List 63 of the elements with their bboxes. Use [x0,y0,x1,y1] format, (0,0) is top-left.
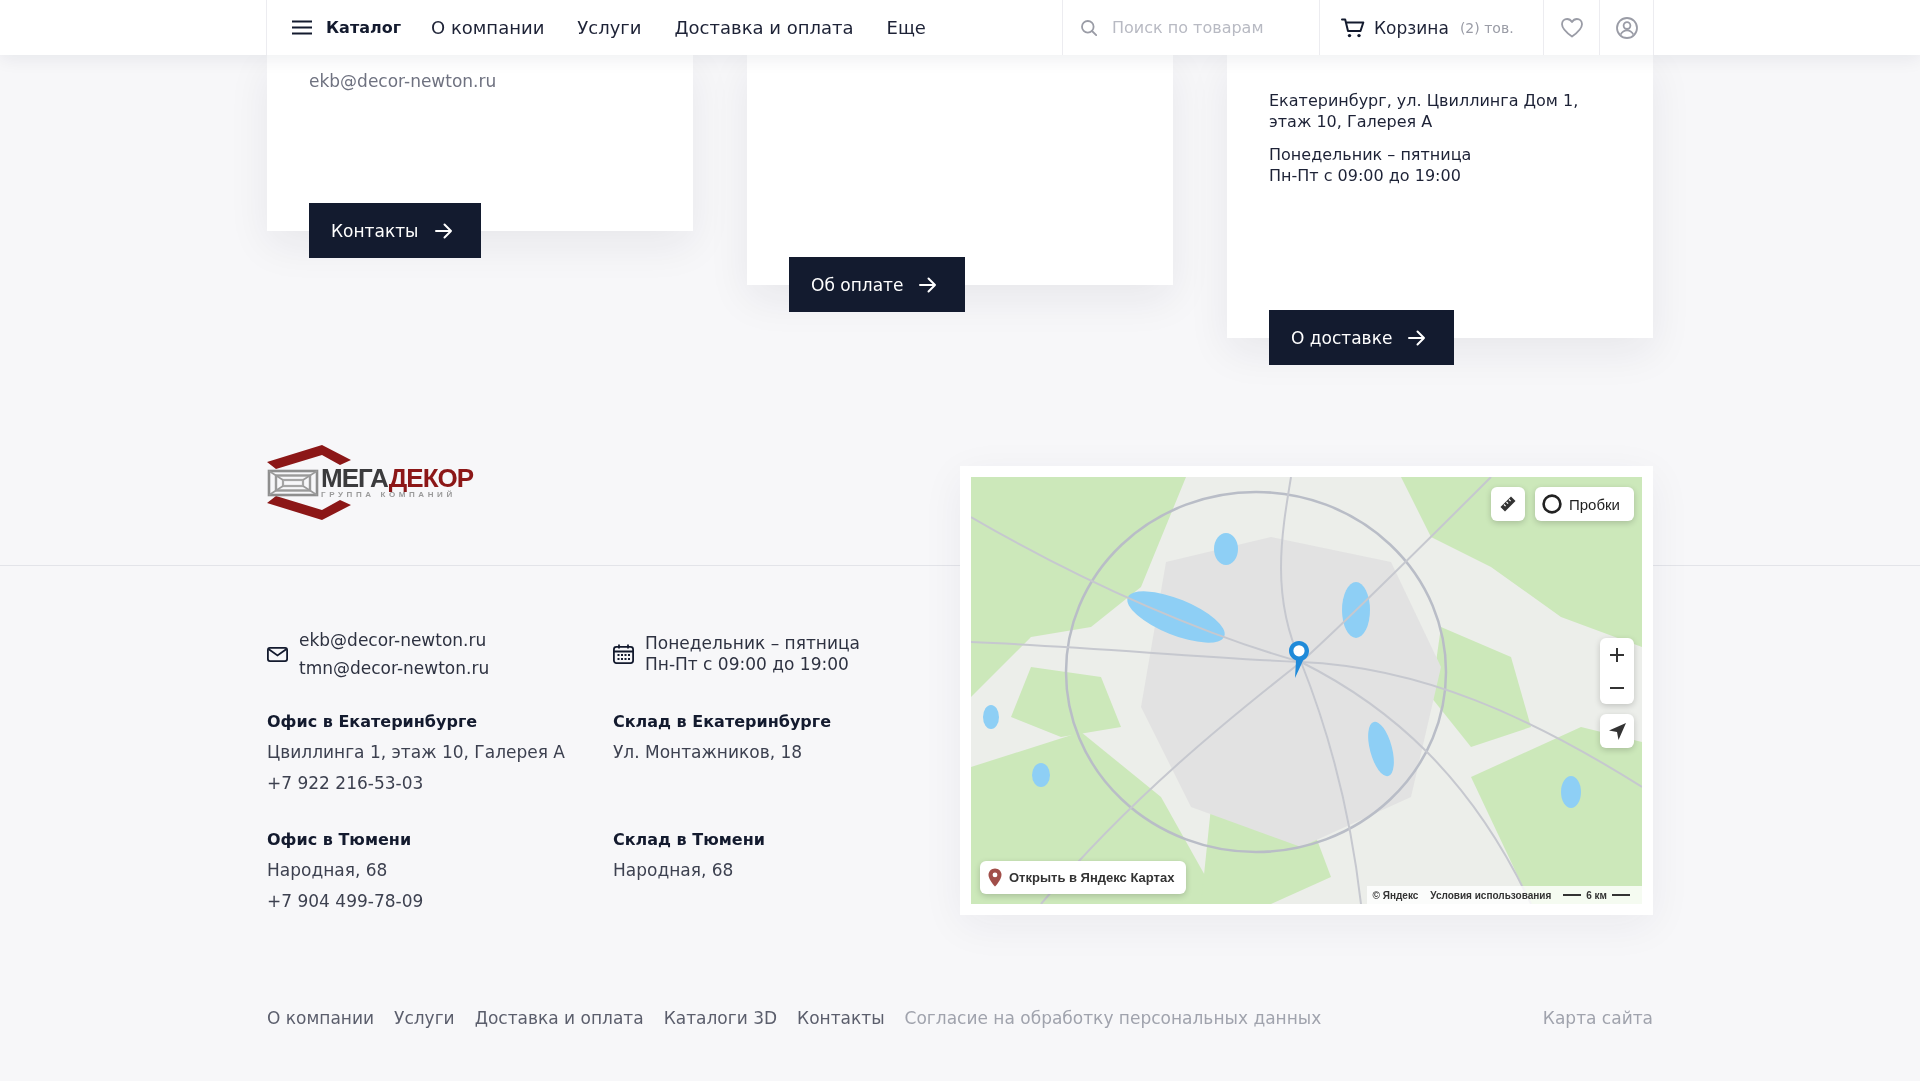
ruler-icon [1500,496,1516,512]
pin-icon [988,868,1002,887]
minus-icon [1610,686,1624,689]
location-text: Народная, 68 [613,859,735,882]
calendar-icon [613,644,634,664]
menu-icon [292,20,312,35]
hours-text: Пн-Пт с 09:00 до 19:00 [645,654,849,675]
terms-link[interactable]: Условия использования [1430,889,1552,901]
lake [1368,721,1394,777]
map-scale: 6 км [1563,889,1630,901]
footer-link[interactable]: Контакты [797,1005,885,1031]
arrow-icon [1408,329,1427,346]
location-title: Склад в Тюмени [613,829,766,851]
footer-link[interactable]: О компании [267,1005,375,1031]
card-button[interactable]: Об оплате [789,257,966,312]
nav-link[interactable]: Услуги [577,17,642,38]
open-map-button[interactable]: Открыть в Яндекс Картах [980,861,1187,894]
location-text: Народная, 68 [267,859,389,882]
nav-link[interactable]: О компании [431,17,545,38]
hours-text: Понедельник – пятница [645,633,860,654]
search-icon [1081,19,1097,36]
envelope-icon [267,646,288,662]
footer-link[interactable]: Услуги [394,1005,455,1031]
catalog-button[interactable]: Каталог [267,0,401,55]
location-title: Офис в Екатеринбурге [267,711,479,733]
location-text: Ул. Монтажников, 18 [613,741,804,764]
location-text: +7 922 216-53-03 [267,772,425,795]
lake [1561,776,1581,808]
address-text: Екатеринбург, ул. Цвиллинга Дом 1, этаж 10, Галерея А [1269,90,1580,132]
email-link[interactable]: ekb@decor-newton.ru [309,69,497,93]
copyright-text: © Яндекс [1372,889,1419,901]
ruler-button[interactable] [1491,487,1525,521]
nav-link[interactable]: Еще [886,17,926,38]
card-button[interactable]: Контакты [309,203,481,258]
location-text: +7 904 499-78-09 [267,890,425,913]
lake [1342,582,1370,638]
hours-text: Понедельник – пятница [1269,144,1472,165]
card-button[interactable]: О доставке [1269,310,1455,365]
lake [983,705,999,729]
heart-icon [1560,17,1583,38]
user-icon [1615,16,1638,39]
map-marker-icon [1288,640,1310,679]
locate-button[interactable] [1600,714,1634,748]
traffic-button[interactable]: Пробки [1535,487,1634,521]
email-link[interactable]: ekb@decor-newton.ru [299,626,487,654]
lake [1032,763,1050,787]
plus-icon [1610,647,1624,662]
company-logo[interactable]: МЕГАДЕКОР ГРУППА КОМПАНИЙ [267,445,474,520]
arrow-icon [434,222,453,239]
location-title: Склад в Екатеринбурге [613,711,832,733]
location-text: Цвиллинга 1, этаж 10, Галерея А [267,741,566,764]
footer-link[interactable]: Каталоги 3D [663,1005,778,1031]
hours-text: Пн-Пт с 09:00 до 19:00 [1269,165,1461,186]
nav-link[interactable]: Доставка и оплата [674,17,854,38]
lake [1214,533,1238,565]
location-title: Офис в Тюмени [267,829,413,851]
search-field[interactable]: Поиск по товарам [1112,18,1307,37]
location-arrow-icon [1608,722,1626,740]
footer-link[interactable]: Доставка и оплата [474,1005,644,1031]
ring-icon [1542,494,1562,514]
email-link[interactable]: tmn@decor-newton.ru [299,654,490,682]
arrow-icon [919,276,938,293]
cart-icon [1341,17,1365,38]
